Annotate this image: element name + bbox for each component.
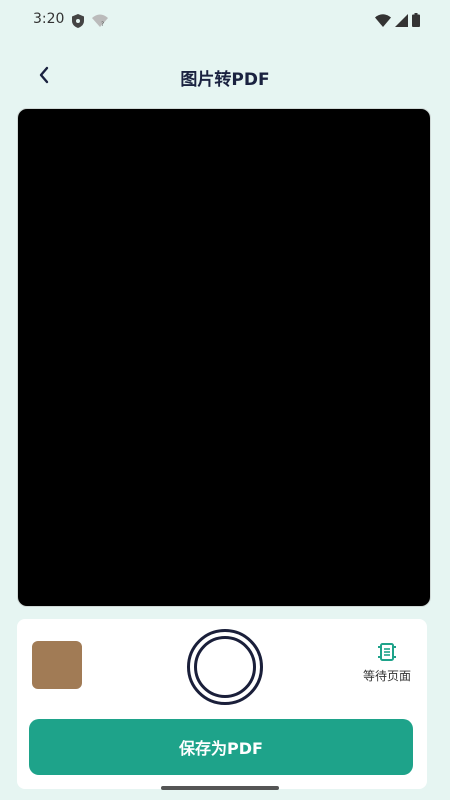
header: 图片转PDF (0, 55, 450, 99)
save-as-pdf-button[interactable]: 保存为PDF (29, 719, 413, 775)
page-title: 图片转PDF (180, 70, 270, 90)
screen: 3:20 ? 图片转PDF 等待页面 保存为PDF (0, 0, 450, 800)
pending-pages-button[interactable]: 等待页面 (357, 641, 417, 684)
svg-text:?: ? (101, 21, 104, 28)
status-time: 3:20 (33, 11, 65, 27)
status-icons (375, 13, 420, 27)
shield-icon (72, 13, 84, 28)
status-bar: 3:20 ? (0, 0, 450, 40)
signal-icon (395, 13, 408, 27)
battery-icon (412, 13, 420, 27)
document-stack-icon (357, 641, 417, 663)
photo-thumbnail[interactable] (32, 641, 82, 689)
pending-pages-label: 等待页面 (362, 669, 411, 683)
wifi-icon (375, 13, 391, 27)
wifi-unknown-icon: ? (92, 13, 108, 28)
home-indicator[interactable] (161, 786, 279, 790)
bottom-panel: 等待页面 保存为PDF (17, 619, 427, 789)
camera-preview[interactable] (17, 108, 431, 607)
shutter-button[interactable] (187, 629, 263, 705)
shutter-inner-ring (194, 636, 256, 698)
